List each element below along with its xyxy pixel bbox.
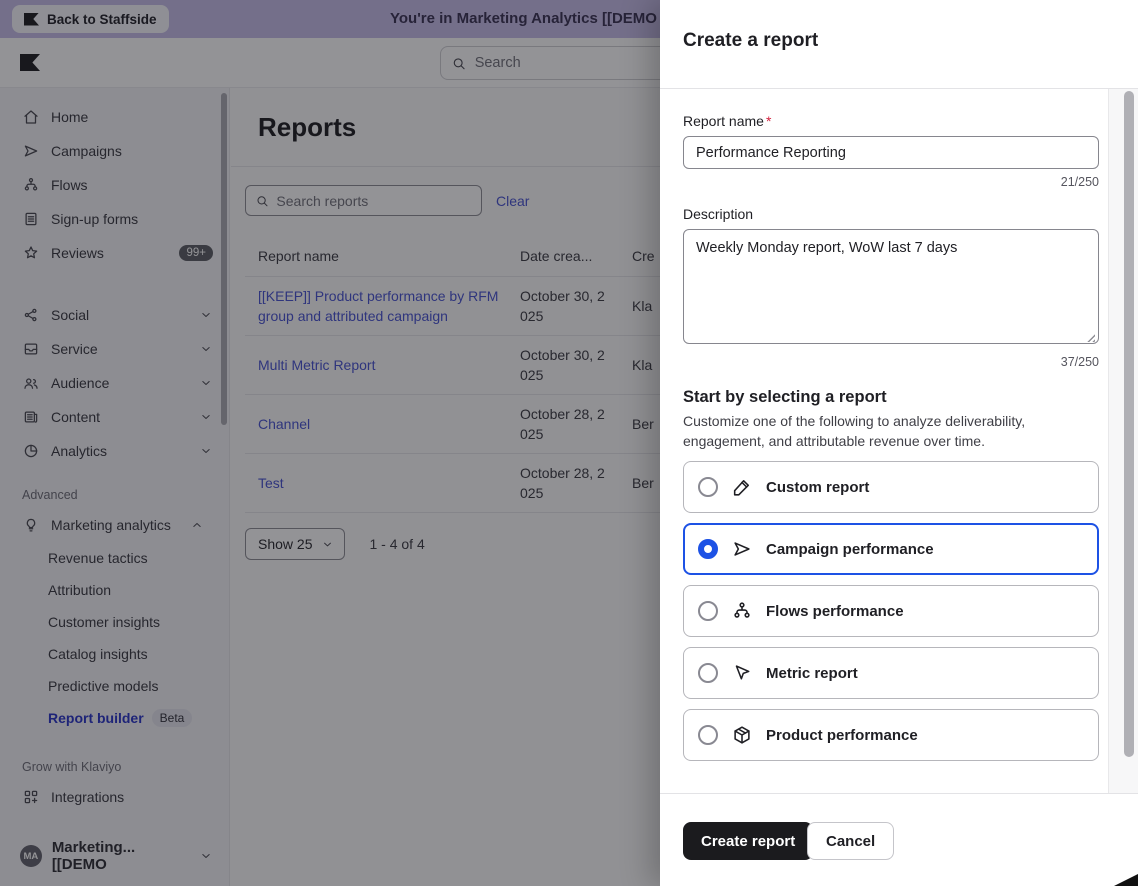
report-name-input[interactable] bbox=[683, 136, 1099, 169]
option-custom-report[interactable]: Custom report bbox=[683, 461, 1099, 513]
drawer-scrollbar bbox=[1108, 89, 1138, 793]
create-report-drawer: Create a report Report name* 21/250 Desc… bbox=[660, 0, 1138, 886]
option-metric-report[interactable]: Metric report bbox=[683, 647, 1099, 699]
description-textarea[interactable]: Weekly Monday report, WoW last 7 days bbox=[683, 229, 1099, 344]
pencil-icon bbox=[731, 476, 753, 498]
radio-button[interactable] bbox=[698, 725, 718, 745]
option-campaign-performance[interactable]: Campaign performance bbox=[683, 523, 1099, 575]
description-counter: 37/250 bbox=[683, 355, 1099, 369]
option-product-performance[interactable]: Product performance bbox=[683, 709, 1099, 761]
option-label: Metric report bbox=[766, 665, 858, 682]
radio-button[interactable] bbox=[698, 663, 718, 683]
cancel-button[interactable]: Cancel bbox=[807, 822, 894, 860]
description-label: Description bbox=[683, 206, 1108, 222]
cursor-icon bbox=[731, 662, 753, 684]
drawer-scrollbar-thumb[interactable] bbox=[1124, 91, 1134, 757]
app-window: Back to Staffside You're in Marketing An… bbox=[0, 0, 1138, 886]
drawer-body: Report name* 21/250 Description Weekly M… bbox=[660, 89, 1108, 793]
option-label: Product performance bbox=[766, 727, 918, 744]
required-asterisk: * bbox=[766, 113, 771, 129]
radio-button[interactable] bbox=[698, 477, 718, 497]
drawer-footer: Create report Cancel bbox=[660, 793, 1138, 886]
option-label: Flows performance bbox=[766, 603, 904, 620]
selector-heading: Start by selecting a report bbox=[683, 388, 1108, 407]
box-icon bbox=[731, 724, 753, 746]
send-icon bbox=[731, 538, 753, 560]
option-label: Custom report bbox=[766, 479, 869, 496]
selector-subtext: Customize one of the following to analyz… bbox=[683, 411, 1069, 451]
option-flows-performance[interactable]: Flows performance bbox=[683, 585, 1099, 637]
radio-button[interactable] bbox=[698, 601, 718, 621]
create-report-button[interactable]: Create report bbox=[683, 822, 813, 860]
flow-icon bbox=[731, 600, 753, 622]
drawer-title: Create a report bbox=[683, 30, 818, 52]
report-name-label: Report name* bbox=[683, 113, 1108, 129]
radio-button-selected[interactable] bbox=[698, 539, 718, 559]
report-name-counter: 21/250 bbox=[683, 175, 1099, 189]
option-label: Campaign performance bbox=[766, 541, 934, 558]
